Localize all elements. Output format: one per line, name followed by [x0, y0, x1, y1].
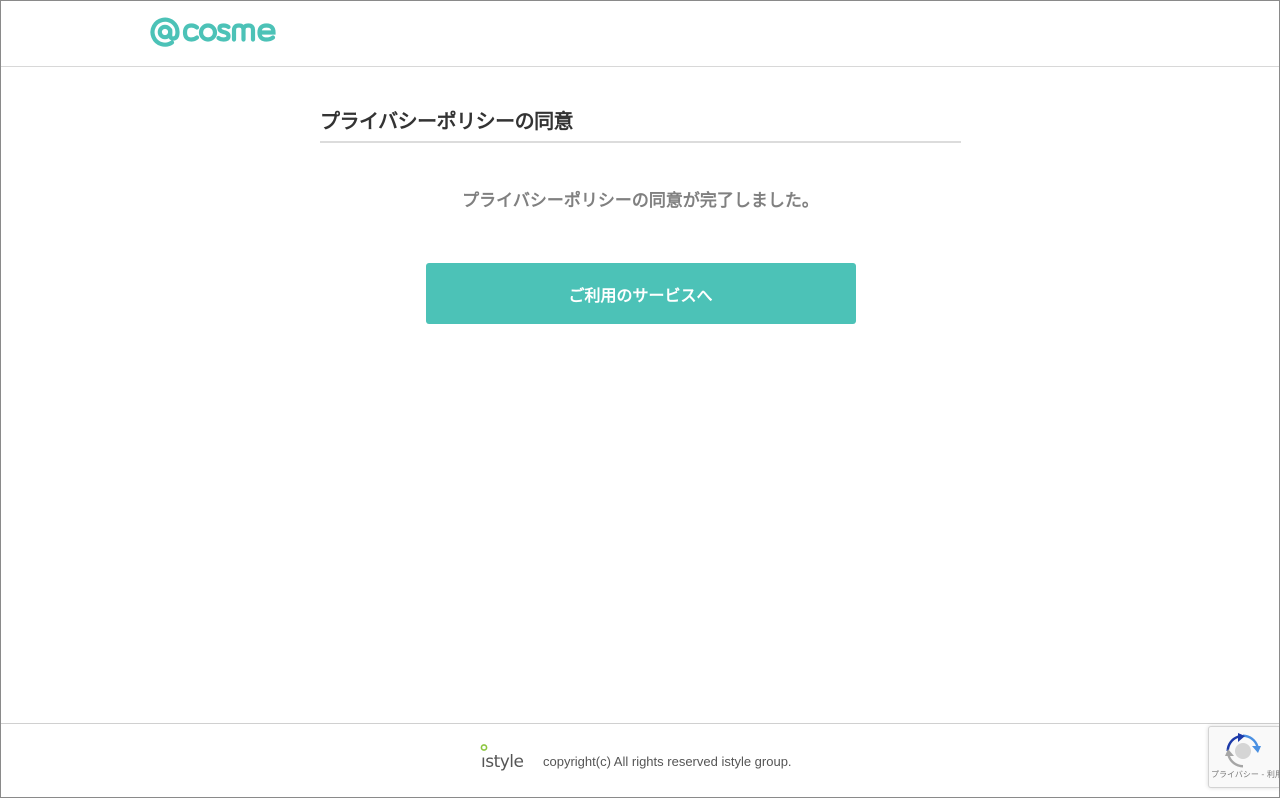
site-footer: ıstyle copyright(c) All rights reserved … — [1, 723, 1279, 798]
recaptcha-terms-link[interactable]: 利用規約 — [1267, 770, 1279, 779]
page-title: プライバシーポリシーの同意 — [320, 105, 961, 143]
recaptcha-separator: - — [1258, 770, 1267, 779]
cosme-logo-mark — [150, 17, 276, 47]
site-header — [1, 1, 1279, 67]
footer-content: ıstyle copyright(c) All rights reserved … — [479, 743, 792, 771]
copyright-text: copyright(c) All rights reserved istyle … — [543, 754, 792, 769]
recaptcha-links: プライバシー - 利用規約 — [1211, 770, 1279, 779]
cosme-logo[interactable] — [150, 15, 282, 47]
istyle-logo: ıstyle — [480, 744, 524, 771]
main-content: プライバシーポリシーの同意 プライバシーポリシーの同意が完了しました。 ご利用の… — [320, 105, 961, 324]
completion-message: プライバシーポリシーの同意が完了しました。 — [462, 191, 819, 211]
page-frame: プライバシーポリシーの同意 プライバシーポリシーの同意が完了しました。 ご利用の… — [0, 0, 1280, 798]
recaptcha-badge[interactable]: プライバシー - 利用規約 — [1208, 726, 1279, 788]
svg-text:ıstyle: ıstyle — [481, 752, 524, 771]
recaptcha-privacy-link[interactable]: プライバシー — [1211, 770, 1259, 779]
continue-to-service-button[interactable]: ご利用のサービスへ — [425, 263, 856, 324]
recaptcha-icon — [1225, 733, 1261, 768]
